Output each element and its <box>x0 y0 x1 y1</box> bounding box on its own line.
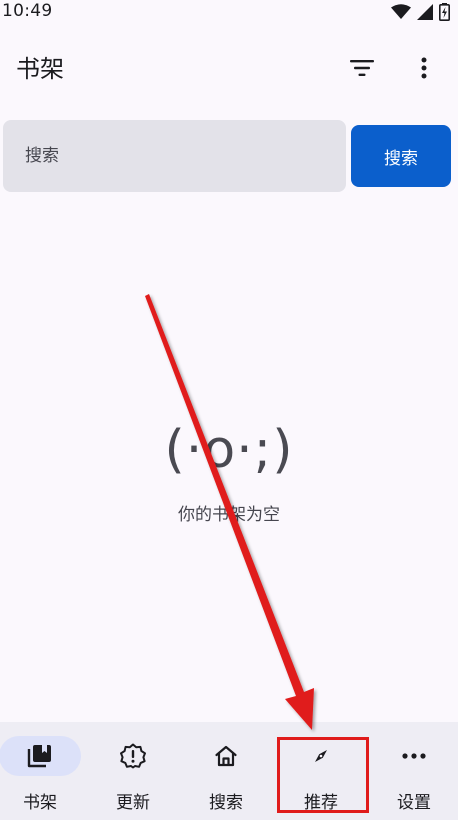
app-bar: 书架 <box>0 36 458 100</box>
more-options-button[interactable] <box>404 48 444 88</box>
more-horiz-icon <box>402 753 426 759</box>
signal-icon <box>417 4 433 20</box>
filter-icon <box>350 60 374 76</box>
status-icons <box>391 3 450 21</box>
compass-icon <box>315 750 327 762</box>
filter-button[interactable] <box>342 48 382 88</box>
empty-state-message: 你的书架为空 <box>178 505 280 525</box>
nav-label-bookshelf: 书架 <box>23 793 57 813</box>
nav-label-recommend: 推荐 <box>304 793 338 813</box>
more-vert-icon <box>421 57 427 79</box>
nav-item-bookshelf[interactable]: 书架 <box>0 722 86 820</box>
bookshelf-icon <box>27 745 51 768</box>
status-bar: 10:49 <box>0 0 458 24</box>
home-icon <box>215 745 237 767</box>
nav-active-indicator <box>0 736 81 776</box>
search-input[interactable] <box>3 120 346 192</box>
status-time: 10:49 <box>2 1 53 21</box>
bottom-navigation: 书架 更新 搜索 推荐 设置 <box>0 722 458 820</box>
update-alert-icon <box>120 743 146 769</box>
nav-item-settings[interactable]: 设置 <box>368 722 458 820</box>
nav-label-settings: 设置 <box>397 793 431 813</box>
nav-item-updates[interactable]: 更新 <box>87 722 179 820</box>
nav-label-updates: 更新 <box>116 793 150 813</box>
nav-item-recommend[interactable]: 推荐 <box>275 722 367 820</box>
nav-item-search[interactable]: 搜索 <box>180 722 272 820</box>
search-button[interactable]: 搜索 <box>351 125 451 187</box>
empty-state-emoticon: (·o·;) <box>164 420 294 480</box>
wifi-icon <box>391 4 411 19</box>
search-field[interactable] <box>3 120 346 192</box>
nav-label-search: 搜索 <box>209 793 243 813</box>
page-title: 书架 <box>16 55 64 83</box>
battery-charging-icon <box>439 3 450 21</box>
